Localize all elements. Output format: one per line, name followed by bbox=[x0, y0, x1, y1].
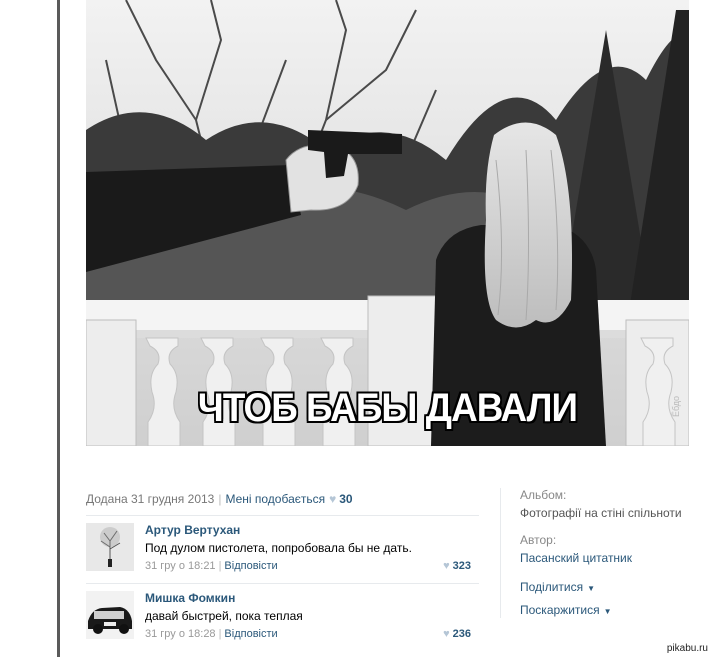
comment-date[interactable]: 31 гру о 18:28 bbox=[145, 628, 216, 640]
album-link[interactable]: Фотографії на стіні спільноти bbox=[520, 506, 682, 520]
comment-likes[interactable]: ♥ 323 bbox=[443, 560, 471, 572]
comments-divider bbox=[86, 515, 479, 516]
heart-icon[interactable]: ♥ bbox=[329, 492, 336, 506]
footer-separator: | bbox=[218, 560, 222, 572]
comment-like-count: 323 bbox=[452, 560, 471, 572]
author-label: Автор: bbox=[520, 533, 557, 547]
report-label: Поскаржитися bbox=[520, 603, 600, 617]
post-photo[interactable]: ЧТОБ БАБЫ ДАВАЛИ Ёбдо bbox=[86, 0, 689, 446]
reply-link[interactable]: Відповісти bbox=[224, 628, 277, 640]
post-date: Додана 31 грудня 2013 bbox=[86, 492, 215, 506]
author-link[interactable]: Пасанский цитатник bbox=[520, 551, 632, 565]
meta-separator: | bbox=[218, 492, 222, 506]
like-count[interactable]: 30 bbox=[339, 492, 352, 506]
page-left-border bbox=[57, 0, 60, 657]
footer-separator: | bbox=[218, 628, 222, 640]
like-link[interactable]: Мені подобається bbox=[225, 492, 325, 506]
share-button[interactable]: Поділитися ▼ bbox=[520, 580, 595, 594]
avatar-image bbox=[86, 591, 134, 639]
comment-footer: 31 гру о 18:28 | Відповісти bbox=[145, 628, 278, 640]
post-meta: Додана 31 грудня 2013 | Мені подобається… bbox=[86, 492, 353, 506]
comment-likes[interactable]: ♥ 236 bbox=[443, 628, 471, 640]
comment-text: Под дулом пистолета, попробовала бы не д… bbox=[145, 541, 412, 555]
avatar-image bbox=[86, 523, 134, 571]
report-button[interactable]: Поскаржитися ▼ bbox=[520, 603, 612, 617]
chevron-down-icon: ▼ bbox=[587, 584, 596, 593]
photo-caption: ЧТОБ БАБЫ ДАВАЛИ bbox=[197, 386, 578, 430]
comment-avatar[interactable] bbox=[86, 591, 134, 639]
heart-icon: ♥ bbox=[443, 628, 450, 640]
album-label: Альбом: bbox=[520, 488, 567, 502]
photo-watermark: Ёбдо bbox=[671, 396, 681, 418]
comment-author[interactable]: Мишка Фомкин bbox=[145, 591, 235, 605]
comment-author[interactable]: Артур Вертухан bbox=[145, 523, 240, 537]
share-label: Поділитися bbox=[520, 580, 584, 594]
comment-avatar[interactable] bbox=[86, 523, 134, 571]
sidebar-divider bbox=[500, 488, 501, 618]
comment-text: давай быстрей, пока теплая bbox=[145, 609, 303, 623]
comment-footer: 31 гру о 18:21 | Відповісти bbox=[145, 560, 278, 572]
reply-link[interactable]: Відповісти bbox=[224, 560, 277, 572]
comment-divider bbox=[86, 583, 479, 584]
chevron-down-icon: ▼ bbox=[603, 607, 612, 616]
comment-like-count: 236 bbox=[452, 628, 471, 640]
comment-item: Артур Вертухан Под дулом пистолета, попр… bbox=[86, 523, 479, 579]
comment-date[interactable]: 31 гру о 18:21 bbox=[145, 560, 216, 572]
photo-image bbox=[86, 0, 689, 446]
heart-icon: ♥ bbox=[443, 560, 450, 572]
site-watermark: pikabu.ru bbox=[666, 643, 708, 654]
comment-item: Мишка Фомкин давай быстрей, пока теплая … bbox=[86, 591, 479, 647]
